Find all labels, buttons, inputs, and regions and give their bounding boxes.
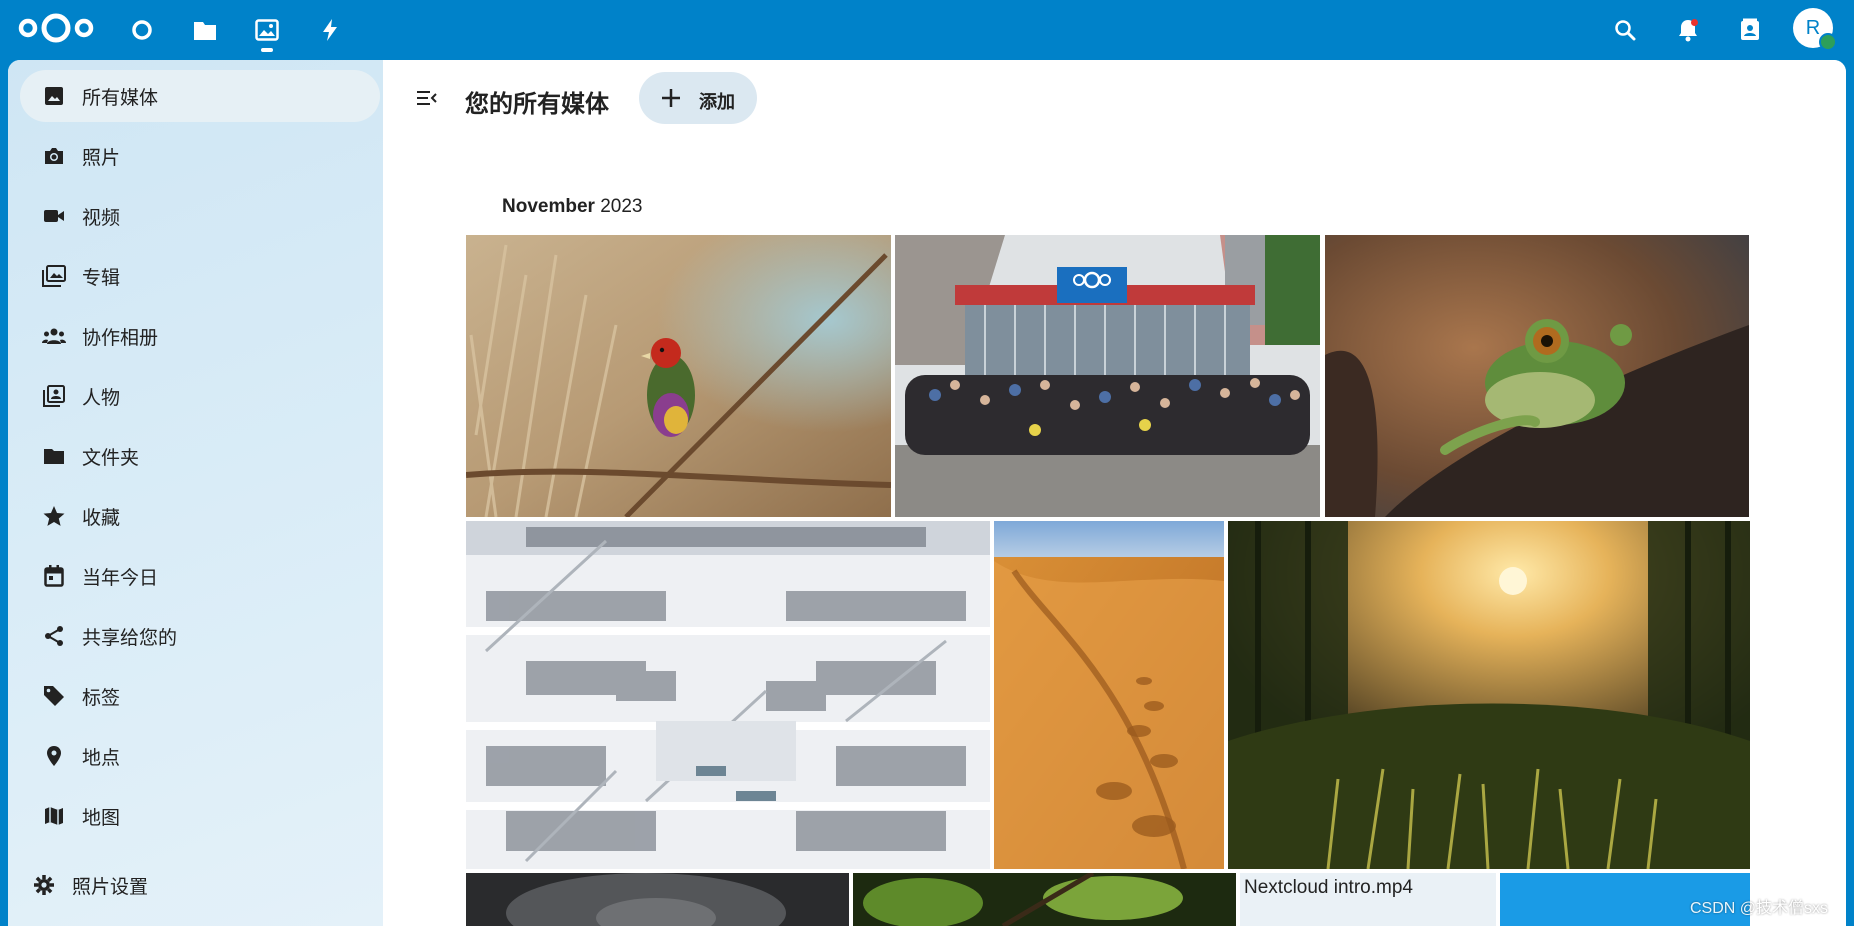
- menu-collapse-icon: [417, 91, 437, 105]
- sidebar-item-label: 视频: [82, 207, 121, 229]
- star-icon: [42, 504, 66, 528]
- month-heading: November 2023: [502, 196, 642, 218]
- watermark-text: CSDN @技术僧sxs: [1690, 900, 1829, 917]
- map-icon: [42, 804, 66, 828]
- files-icon[interactable]: [189, 14, 221, 46]
- camera-icon: [42, 144, 66, 168]
- nextcloud-team-photo[interactable]: [895, 235, 1320, 517]
- desert-photo[interactable]: [994, 521, 1224, 869]
- top-header: R: [0, 0, 1854, 60]
- share-icon: [42, 624, 66, 648]
- add-button[interactable]: 添加: [639, 72, 757, 124]
- sidebar-item-all-media[interactable]: 所有媒体: [20, 70, 380, 122]
- sidebar-item-on-this-day[interactable]: 当年今日: [20, 550, 380, 602]
- sidebar-item-people[interactable]: 人物: [20, 370, 380, 422]
- sidebar-item-label: 地图: [82, 807, 121, 829]
- video-icon: [42, 204, 66, 228]
- sidebar-item-label: 共享给您的: [82, 627, 178, 649]
- bird-photo[interactable]: [466, 235, 891, 517]
- frog-photo[interactable]: [1325, 235, 1749, 517]
- avatar-initial: R: [1805, 16, 1821, 39]
- map-marker-icon: [42, 744, 66, 768]
- sidebar-item-videos[interactable]: 视频: [20, 190, 380, 242]
- sidebar-item-photos[interactable]: 照片: [20, 130, 380, 182]
- settings-label: 照片设置: [72, 876, 149, 898]
- sidebar-item-label: 所有媒体: [82, 87, 159, 109]
- sidebar-item-folders[interactable]: 文件夹: [20, 430, 380, 482]
- sidebar-item-label: 协作相册: [82, 327, 159, 349]
- search-icon[interactable]: [1607, 12, 1643, 48]
- sidebar-item-map[interactable]: 地图: [20, 790, 380, 842]
- sidebar-item-favorites[interactable]: 收藏: [20, 490, 380, 542]
- activity-icon[interactable]: [314, 14, 346, 46]
- contacts-icon[interactable]: [1732, 12, 1768, 48]
- video-tile[interactable]: Nextcloud intro.mp4: [1240, 873, 1496, 926]
- month-name: November: [502, 196, 595, 217]
- add-button-label: 添加: [699, 92, 735, 112]
- sidebar-item-shared-with-you[interactable]: 共享给您的: [20, 610, 380, 662]
- app-shell: 所有媒体 照片 视频 专辑 协作相册 人物 文件夹 收藏 当年今日 共享给您的 …: [8, 60, 1846, 926]
- month-year: 2023: [600, 196, 643, 217]
- sidebar-item-label: 照片: [82, 147, 121, 169]
- sidebar: 所有媒体 照片 视频 专辑 协作相册 人物 文件夹 收藏 当年今日 共享给您的 …: [8, 60, 383, 926]
- vineyard-photo[interactable]: [1228, 521, 1750, 869]
- calendar-icon: [42, 564, 66, 588]
- notifications-icon[interactable]: [1670, 12, 1706, 48]
- gorilla-photo[interactable]: [466, 873, 849, 926]
- gear-icon: [32, 873, 56, 897]
- photos-settings-button[interactable]: 照片设置: [20, 860, 380, 910]
- leaves-photo[interactable]: [853, 873, 1236, 926]
- video-filename: Nextcloud intro.mp4: [1244, 877, 1413, 898]
- album-icon: [42, 264, 66, 288]
- image-icon: [42, 84, 66, 108]
- nextcloud-logo[interactable]: [16, 10, 96, 46]
- tag-icon: [42, 684, 66, 708]
- sidebar-item-shared-albums[interactable]: 协作相册: [20, 310, 380, 362]
- main-content: 您的所有媒体 添加 November 2023 Nextcloud intro.…: [383, 60, 1846, 926]
- photos-icon[interactable]: [251, 14, 283, 52]
- sidebar-item-tags[interactable]: 标签: [20, 670, 380, 722]
- dashboard-icon[interactable]: [126, 14, 158, 46]
- sidebar-toggle-button[interactable]: [407, 78, 447, 118]
- folder-icon: [42, 444, 66, 468]
- people-icon: [42, 384, 66, 408]
- sidebar-item-label: 标签: [82, 687, 121, 709]
- plus-icon: [662, 89, 680, 107]
- sidebar-item-label: 收藏: [82, 507, 121, 529]
- sidebar-item-label: 专辑: [82, 267, 121, 289]
- library-photo[interactable]: [466, 521, 990, 869]
- sidebar-item-label: 地点: [82, 747, 121, 769]
- sidebar-item-places[interactable]: 地点: [20, 730, 380, 782]
- sidebar-item-albums[interactable]: 专辑: [20, 250, 380, 302]
- sidebar-item-label: 文件夹: [82, 447, 140, 469]
- online-status-icon: [1819, 33, 1837, 51]
- sidebar-item-label: 当年今日: [82, 567, 159, 589]
- sidebar-item-label: 人物: [82, 387, 121, 409]
- page-title: 您的所有媒体: [465, 91, 609, 118]
- collaborators-icon: [42, 324, 66, 348]
- notification-badge: [1691, 19, 1698, 26]
